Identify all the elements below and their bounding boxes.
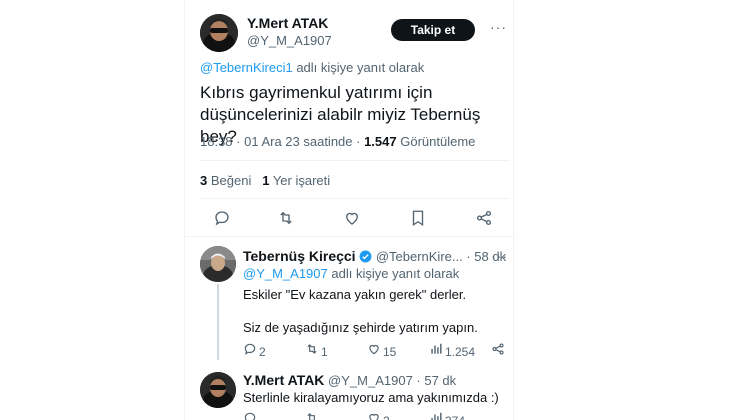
reply-author-name[interactable]: Tebernüş Kireçci: [243, 248, 356, 264]
views-count: 374: [445, 414, 465, 420]
share-icon: [491, 343, 505, 360]
like-icon[interactable]: [343, 209, 361, 227]
bookmarks-stat[interactable]: 1 Yer işareti: [262, 173, 330, 188]
reply-share-button[interactable]: [491, 342, 505, 361]
like-icon: [367, 342, 381, 361]
views-count: 1.254: [445, 344, 476, 359]
like-count: 15: [383, 344, 397, 359]
verified-badge-icon: [359, 250, 372, 266]
retweet-count: 2: [383, 414, 390, 420]
reply-context: @Y_M_A1907 adlı kişiye yanıt olarak: [243, 266, 459, 281]
views-icon: [429, 342, 443, 361]
reply-to-suffix: adlı kişiye yanıt olarak: [296, 60, 425, 75]
reply-reply-button[interactable]: 2: [243, 342, 266, 361]
tweet-text-line-1: Kıbrıs gayrimenkul yatırımı için: [200, 83, 433, 102]
author-avatar[interactable]: [200, 14, 238, 52]
likes-label: Beğeni: [210, 173, 252, 188]
reply2-actions: 2 374: [243, 411, 505, 420]
reply-more-button[interactable]: ···: [491, 248, 508, 264]
reply2-reply-button[interactable]: [243, 411, 257, 420]
likes-stat[interactable]: 3 Beğeni: [200, 173, 255, 188]
reply-actions: 2 1 15 1.254: [243, 342, 505, 361]
share-icon[interactable]: [475, 209, 493, 227]
tweet-thread: Y.Mert ATAK @Y_M_A1907 Takip et ··· @Teb…: [184, 0, 515, 420]
reply-text-line-1: Eskiler "Ev kazana yakın gerek" derler.: [243, 287, 467, 302]
reply2-header: Y.Mert ATAK @Y_M_A1907 · 57 dk: [243, 372, 456, 388]
reply2-author-name[interactable]: Y.Mert ATAK: [243, 372, 324, 388]
reply2-author-handle[interactable]: @Y_M_A1907: [328, 373, 413, 388]
views-count: 1.547: [364, 134, 397, 149]
reply-to-link[interactable]: @Y_M_A1907: [243, 266, 328, 281]
reply-text-line-2: Siz de yaşadığınız şehirde yatırım yapın…: [243, 320, 478, 335]
likes-count: 3: [200, 173, 208, 188]
author-name[interactable]: Y.Mert ATAK: [247, 15, 328, 31]
reply-to-suffix: adlı kişiye yanıt olarak: [331, 266, 460, 281]
retweet-icon[interactable]: [277, 209, 295, 227]
reply-to-link[interactable]: @TebernKireci1: [200, 60, 293, 75]
divider: [200, 198, 510, 199]
reply-icon: [243, 342, 257, 361]
engagement-stats: 3 Beğeni 1 Yer işareti: [200, 173, 330, 188]
views-icon: [429, 411, 443, 420]
reply-header: Tebernüş Kireçci @TebernKire... · 58 dk: [243, 248, 506, 266]
reply-like-button[interactable]: 15: [367, 342, 396, 361]
follow-button[interactable]: Takip et: [391, 19, 475, 41]
reply-icon: [243, 411, 257, 420]
retweet-icon: [305, 342, 319, 361]
bookmarks-count: 1: [262, 173, 270, 188]
author-handle[interactable]: @Y_M_A1907: [247, 33, 332, 48]
reply2-author-avatar[interactable]: [200, 372, 236, 408]
reply2-like-button[interactable]: 2: [367, 411, 390, 420]
divider: [200, 160, 510, 161]
divider: [185, 236, 515, 237]
bookmark-icon[interactable]: [409, 209, 427, 227]
reply-views-button[interactable]: 1.254: [429, 342, 475, 361]
more-options-button[interactable]: ···: [490, 19, 507, 35]
reply2-retweet-button[interactable]: [305, 411, 319, 420]
reply-author-handle[interactable]: @TebernKire...: [376, 249, 463, 264]
reply2-time[interactable]: · 57 dk: [416, 373, 456, 388]
reply-icon[interactable]: [213, 209, 231, 227]
tweet-timestamp[interactable]: 18:38 · 01 Ara 23 saatinde ·: [200, 134, 360, 149]
reply2-text: Sterlinle kiralayamıyoruz ama yakınımızd…: [243, 390, 499, 405]
reply-author-avatar[interactable]: [200, 246, 236, 282]
reply-count: 2: [259, 344, 266, 359]
reply-retweet-button[interactable]: 1: [305, 342, 328, 361]
reply2-views-button[interactable]: 374: [429, 411, 465, 420]
thread-line: [217, 284, 219, 360]
retweet-count: 1: [321, 344, 328, 359]
views-label: Görüntüleme: [400, 134, 476, 149]
bookmarks-label: Yer işareti: [272, 173, 331, 188]
like-icon: [367, 411, 381, 420]
retweet-icon: [305, 411, 319, 420]
tweet-meta: 18:38 · 01 Ara 23 saatinde · 1.547 Görün…: [200, 134, 475, 149]
reply-context: @TebernKireci1 adlı kişiye yanıt olarak: [200, 60, 424, 75]
reply-text: Eskiler "Ev kazana yakın gerek" derler. …: [243, 286, 508, 336]
